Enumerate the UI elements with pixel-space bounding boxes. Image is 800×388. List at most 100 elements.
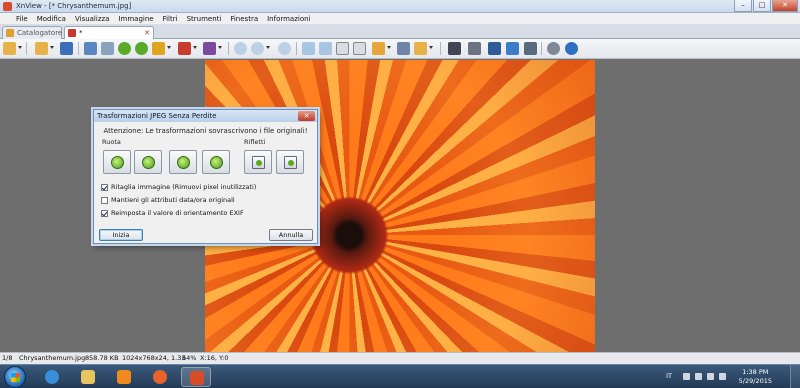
adjust-colors-icon[interactable] [178,42,191,55]
next-arrow-icon[interactable] [319,42,332,55]
clock-time: 1:38 PM [742,368,769,376]
tab-chrysanthemum[interactable]: * Chrysanthemum.jpg ✕ [64,26,154,49]
previous-arrow-icon[interactable] [302,42,315,55]
clock-date: 5/29/2015 [738,377,772,385]
cancel-button[interactable]: Annulla [269,229,313,241]
menu-filtri[interactable]: Filtri [163,15,178,23]
menu-modifica[interactable]: Modifica [37,15,66,23]
start-button[interactable] [4,366,26,388]
folder-icon [6,29,14,37]
dropdown-arrow-icon[interactable] [218,46,222,49]
web-page-icon[interactable] [506,42,519,55]
zoom-in-icon[interactable] [234,42,247,55]
volume-icon[interactable] [719,373,726,380]
taskbar-media-player[interactable] [109,367,139,387]
windows-taskbar: IT 1:38 PM 5/29/2015 [0,364,800,388]
menu-informazioni[interactable]: Informazioni [267,15,310,23]
tab-catalogatore[interactable]: Catalogatore [2,26,62,39]
minimize-button[interactable]: – [734,0,752,12]
status-filesize: 858.78 KB [85,354,119,362]
close-window-button[interactable]: ✕ [772,0,798,12]
binoculars-icon[interactable] [448,42,461,55]
checkbox-unchecked-icon [101,196,108,204]
first-image-icon[interactable] [336,42,349,55]
system-tray: IT 1:38 PM 5/29/2015 [660,365,800,388]
rotate-exif-icon [210,156,223,169]
rotate-90-right-button[interactable] [134,150,162,174]
flag-icon[interactable] [695,373,702,380]
checkbox-checked-icon [101,209,108,217]
flip-vertical-button[interactable] [276,150,304,174]
rotate-left-icon[interactable] [118,42,131,55]
dropdown-arrow-icon[interactable] [50,46,54,49]
dropdown-arrow-icon[interactable] [193,46,197,49]
flip-horizontal-button[interactable] [244,150,272,174]
tab-bar: Catalogatore * Chrysanthemum.jpg ✕ [0,24,800,49]
start-button[interactable]: Inizia [99,229,143,241]
slideshow-icon[interactable] [372,42,385,55]
taskbar-xnview[interactable] [181,367,211,387]
lossless-transform-dialog: Trasformazioni JPEG Senza Perdite ✕ Atte… [93,109,318,244]
filter-icon[interactable] [203,42,216,55]
show-desktop-button[interactable] [790,365,800,388]
menu-strumenti[interactable]: Strumenti [187,15,222,23]
open-folder-icon[interactable] [35,42,48,55]
menu-file[interactable]: File [16,15,28,23]
option-reset-exif-label: Reimposta il valore di orientamento EXIF [111,209,244,217]
capture-icon[interactable] [488,42,501,55]
effects-icon[interactable] [152,42,165,55]
dropdown-arrow-icon[interactable] [429,46,433,49]
menu-immagine[interactable]: Immagine [118,15,153,23]
gear-icon[interactable] [547,42,560,55]
dropdown-arrow-icon[interactable] [18,46,22,49]
menu-bar: File Modifica Visualizza Immagine Filtri… [0,13,800,24]
dropdown-arrow-icon[interactable] [266,46,270,49]
taskbar-ie[interactable] [37,367,67,387]
email-icon[interactable] [524,42,537,55]
browse-icon[interactable] [3,42,16,55]
rotate-left-icon [111,156,124,169]
status-coords: X:16, Y:0 [200,354,229,362]
option-keep-date-checkbox[interactable]: Mantieni gli attributi data/ora original… [101,196,235,204]
info-icon[interactable] [565,42,578,55]
clock[interactable]: 1:38 PM 5/29/2015 [739,368,772,386]
rotate-exif-button[interactable] [202,150,230,174]
status-index: 1/8 [2,354,13,362]
toolbar-separator [78,42,79,55]
dropdown-arrow-icon[interactable] [167,46,171,49]
toolbar-separator [440,42,441,55]
save-icon[interactable] [60,42,73,55]
rotate-right-icon[interactable] [135,42,148,55]
internet-explorer-icon [45,370,59,384]
toolbar-separator [296,42,297,55]
option-crop-label: Ritaglia immagine (Rimuovi pixel inutili… [111,183,257,191]
taskbar-explorer[interactable] [73,367,103,387]
window-controls: – □ ✕ [733,0,798,12]
option-reset-exif-checkbox[interactable]: Reimposta il valore di orientamento EXIF [101,209,244,217]
print-icon[interactable] [468,42,481,55]
tab-close-icon[interactable]: ✕ [144,27,150,39]
toolbar-separator [26,42,27,55]
option-crop-checkbox[interactable]: Ritaglia immagine (Rimuovi pixel inutili… [101,183,256,191]
zoom-out-icon[interactable] [278,42,291,55]
scan-icon[interactable] [84,42,97,55]
rotate-180-button[interactable] [169,150,197,174]
language-indicator[interactable]: IT [666,372,672,380]
status-dimensions: 1024x768x24, 1.33 [122,354,186,362]
zoom-icon[interactable] [251,42,264,55]
crop-icon[interactable] [101,42,114,55]
maximize-button[interactable]: □ [753,0,771,12]
dialog-title: Trasformazioni JPEG Senza Perdite [94,110,317,122]
fullscreen-icon[interactable] [397,42,410,55]
menu-finestra[interactable]: Finestra [230,15,258,23]
dialog-close-button[interactable]: ✕ [298,111,315,121]
rotate-90-left-button[interactable] [103,150,131,174]
network-icon[interactable] [707,373,714,380]
last-image-icon[interactable] [353,42,366,55]
menu-visualizza[interactable]: Visualizza [75,15,109,23]
taskbar-firefox[interactable] [145,367,175,387]
show-hidden-icons-icon[interactable] [683,373,690,380]
dropdown-arrow-icon[interactable] [387,46,391,49]
flip-horizontal-icon [252,156,265,169]
batch-icon[interactable] [414,42,427,55]
